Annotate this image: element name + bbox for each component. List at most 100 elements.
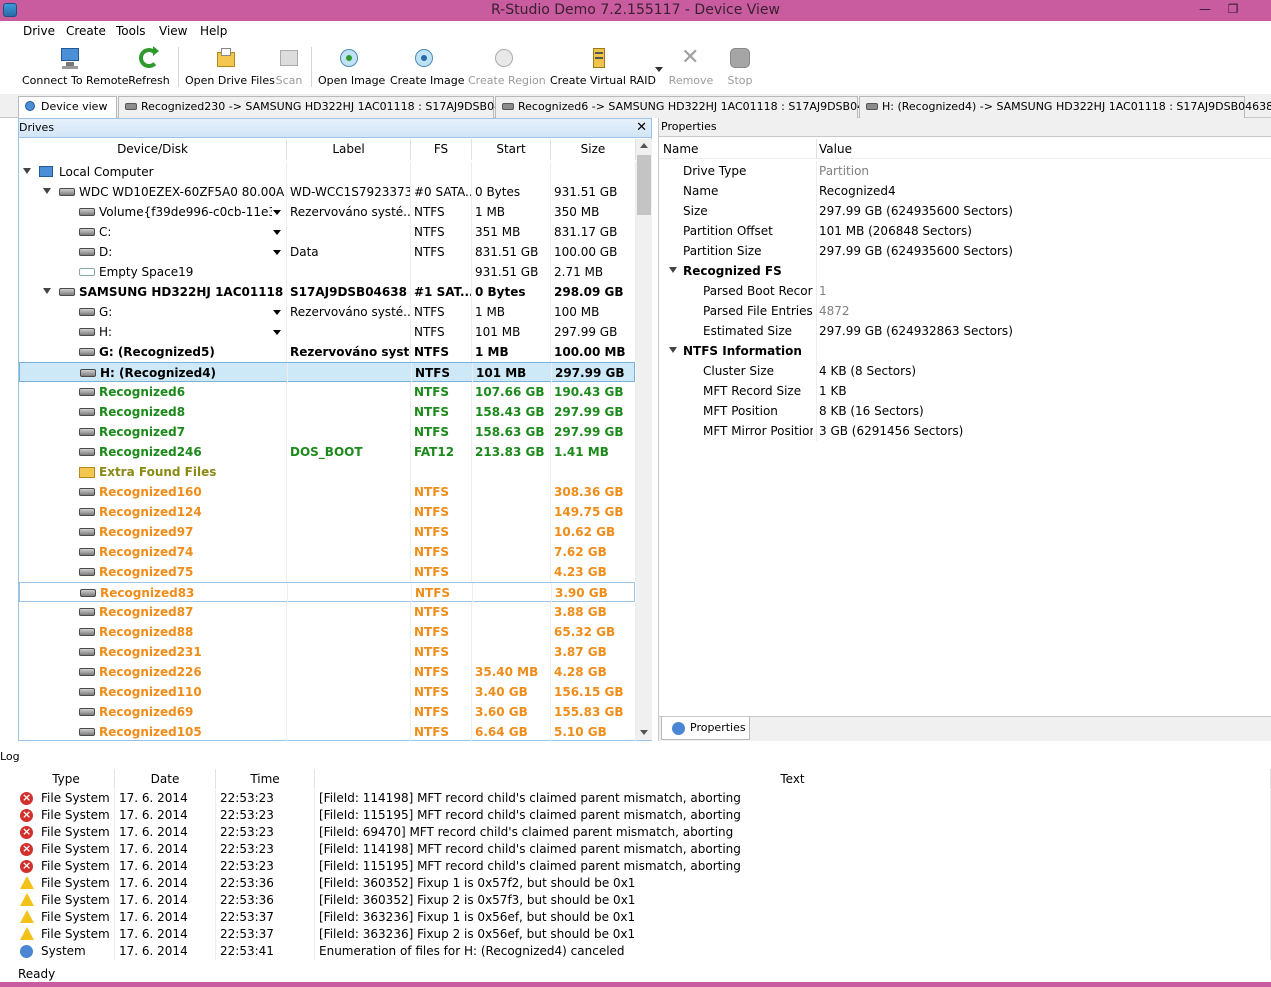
refresh-button[interactable]: Refresh: [127, 46, 171, 87]
drive-row[interactable]: D: Data NTFS 831.51 GB 100.00 GB: [19, 242, 636, 262]
column-text[interactable]: Text: [315, 769, 1271, 789]
drive-row[interactable]: Recognized97 NTFS 10.62 GB: [19, 522, 636, 542]
property-row[interactable]: MFT Record Size 1 KB: [659, 381, 1271, 401]
property-row[interactable]: MFT Position 8 KB (16 Sectors): [659, 401, 1271, 421]
column-start[interactable]: Start: [472, 139, 551, 160]
chevron-down-icon[interactable]: [273, 250, 281, 255]
drive-row[interactable]: Recognized69 NTFS 3.60 GB 155.83 GB: [19, 702, 636, 722]
drive-row[interactable]: Recognized8 NTFS 158.43 GB 297.99 GB: [19, 402, 636, 422]
drive-row[interactable]: Empty Space19 931.51 GB 2.71 MB: [19, 262, 636, 282]
tab-device-view[interactable]: Device view: [18, 96, 117, 119]
scan-button[interactable]: Scan: [273, 46, 305, 87]
property-row[interactable]: Parsed File Entries 4872: [659, 301, 1271, 321]
drive-row[interactable]: Local Computer: [19, 162, 636, 182]
chevron-down-icon[interactable]: [273, 310, 281, 315]
drive-row[interactable]: H: NTFS 101 MB 297.99 GB: [19, 322, 636, 342]
create-image-button[interactable]: Create Image: [390, 46, 465, 87]
chevron-down-icon[interactable]: [273, 330, 281, 335]
drive-row[interactable]: G: (Recognized5) Rezervováno systé...NTFS…: [19, 342, 636, 362]
open-image-button[interactable]: Open Image: [318, 46, 385, 87]
drives-scrollbar[interactable]: [636, 139, 652, 740]
tab-properties[interactable]: Properties: [661, 717, 750, 740]
column-time[interactable]: Time: [216, 769, 315, 789]
tab-recognized4[interactable]: H: (Recognized4) -> SAMSUNG HD322HJ 1AC0…: [859, 96, 1271, 118]
drive-row[interactable]: Recognized110 NTFS 3.40 GB 156.15 GB: [19, 682, 636, 702]
log-row[interactable]: File System 17. 6. 2014 22:53:36 [FileId: 3…: [18, 875, 1271, 892]
close-icon[interactable]: ✕: [636, 119, 647, 137]
tab-recognized230[interactable]: Recognized230 -> SAMSUNG HD322HJ 1AC0111…: [118, 96, 522, 118]
expand-icon[interactable]: [669, 347, 677, 353]
column-date[interactable]: Date: [115, 769, 216, 789]
property-row[interactable]: Size 297.99 GB (624935600 Sectors): [659, 201, 1271, 221]
minimize-button[interactable]: —: [1190, 0, 1220, 21]
property-row[interactable]: Estimated Size 297.99 GB (624932863 Secto…: [659, 321, 1271, 341]
log-row[interactable]: File System 17. 6. 201422:53:23[FileId: 1…: [18, 858, 1271, 875]
drive-row[interactable]: G: Rezervováno systé... NTFS 1 MB 100 MB: [19, 302, 636, 322]
scrollbar-thumb[interactable]: [637, 155, 651, 215]
expand-icon[interactable]: [43, 188, 51, 194]
log-row[interactable]: System 17. 6. 2014 22:53:41 Enumeration of …: [18, 943, 1271, 960]
drive-row[interactable]: Recognized6 NTFS 107.66 GB 190.43 GB: [19, 382, 636, 402]
drive-row[interactable]: Recognized83 NTFS 3.90 GB: [19, 582, 637, 603]
property-row[interactable]: Parsed Boot Records1: [659, 281, 1271, 301]
drive-row[interactable]: Recognized87 NTFS 3.88 GB: [19, 602, 636, 622]
drive-row[interactable]: Recognized88 NTFS 65.32 GB: [19, 622, 636, 642]
log-row[interactable]: File System 17. 6. 2014 22:53:37 [FileId: 3…: [18, 926, 1271, 943]
property-group[interactable]: Recognized FS: [659, 261, 1271, 281]
create-virtual-raid-button[interactable]: Create Virtual RAID: [550, 46, 656, 87]
scroll-down-icon[interactable]: [640, 730, 648, 735]
log-row[interactable]: File System 17. 6. 2014 22:53:36 [FileId: 3…: [18, 892, 1271, 909]
column-device[interactable]: Device/Disk: [19, 139, 287, 160]
column-size[interactable]: Size: [551, 139, 636, 160]
tab-recognized6[interactable]: Recognized6 -> SAMSUNG HD322HJ 1AC01118 …: [495, 96, 885, 118]
column-fs[interactable]: FS: [411, 139, 472, 160]
drive-row[interactable]: Volume{f39de996-c0cb-11e3-825... Rezervov…: [19, 202, 636, 222]
property-row[interactable]: Name Recognized4: [659, 181, 1271, 201]
log-row[interactable]: File System 17. 6. 201422:53:23[FileId: 1…: [18, 807, 1271, 824]
drive-row[interactable]: C: NTFS 351 MB 831.17 GB: [19, 222, 636, 242]
drive-row[interactable]: Recognized226 NTFS 35.40 MB 4.28 GB: [19, 662, 636, 682]
remove-button[interactable]: ✕ Remove: [668, 46, 714, 88]
log-row[interactable]: File System 17. 6. 201422:53:23[FileId: 6…: [18, 824, 1271, 841]
property-row[interactable]: Cluster Size 4 KB (8 Sectors): [659, 361, 1271, 381]
create-region-button[interactable]: Create Region: [468, 46, 546, 87]
restore-button[interactable]: ❐: [1218, 0, 1248, 21]
column-type[interactable]: Type: [18, 769, 115, 789]
menu-tools[interactable]: Tools: [116, 24, 146, 38]
drive-row[interactable]: Recognized246 DOS_BOOT FAT12 213.83 GB 1.41 …: [19, 442, 636, 462]
scroll-up-icon[interactable]: [640, 143, 648, 148]
chevron-down-icon[interactable]: [655, 67, 663, 72]
open-drive-files-button[interactable]: Open Drive Files: [185, 46, 275, 87]
column-name[interactable]: Name: [663, 139, 813, 159]
drive-row[interactable]: H: (Recognized4) NTFS 101 MB 297.99 GB: [19, 362, 637, 383]
stop-button[interactable]: Stop: [724, 46, 756, 87]
drive-row[interactable]: Recognized7 NTFS 158.63 GB 297.99 GB: [19, 422, 636, 442]
chevron-down-icon[interactable]: [273, 210, 281, 215]
chevron-down-icon[interactable]: [273, 230, 281, 235]
expand-icon[interactable]: [23, 168, 31, 174]
drive-row[interactable]: Recognized124 NTFS 149.75 GB: [19, 502, 636, 522]
property-row[interactable]: Partition Offset 101 MB (206848 Sectors): [659, 221, 1271, 241]
expand-icon[interactable]: [669, 267, 677, 273]
menu-create[interactable]: Create: [66, 24, 106, 38]
connect-to-remote-button[interactable]: Connect To Remote: [22, 46, 129, 87]
property-group[interactable]: NTFS Information: [659, 341, 1271, 361]
log-row[interactable]: File System 17. 6. 2014 22:53:37 [FileId: 3…: [18, 909, 1271, 926]
menu-view[interactable]: View: [159, 24, 187, 38]
drive-row[interactable]: Recognized105 NTFS 6.64 GB 5.10 GB: [19, 722, 636, 742]
menu-drive[interactable]: Drive: [23, 24, 55, 38]
log-row[interactable]: File System 17. 6. 201422:53:23[FileId: 1…: [18, 841, 1271, 858]
drive-row[interactable]: Recognized75 NTFS 4.23 GB: [19, 562, 636, 582]
property-row[interactable]: Partition Size 297.99 GB (624935600 Secto…: [659, 241, 1271, 261]
drive-row[interactable]: Recognized231 NTFS 3.87 GB: [19, 642, 636, 662]
column-label[interactable]: Label: [287, 139, 411, 160]
expand-icon[interactable]: [43, 288, 51, 294]
drive-row[interactable]: Extra Found Files: [19, 462, 636, 482]
drive-row[interactable]: Recognized160 NTFS 308.36 GB: [19, 482, 636, 502]
drive-row[interactable]: SAMSUNG HD322HJ 1AC01118 S17AJ9DSB04638 #1…: [19, 282, 636, 302]
property-row[interactable]: MFT Mirror Position 3 GB (6291456 Sectors…: [659, 421, 1271, 441]
menu-help[interactable]: Help: [200, 24, 227, 38]
column-value[interactable]: Value: [816, 139, 1016, 159]
log-row[interactable]: File System 17. 6. 201422:53:23[FileId: 1…: [18, 790, 1271, 807]
property-row[interactable]: Drive Type Partition: [659, 161, 1271, 181]
